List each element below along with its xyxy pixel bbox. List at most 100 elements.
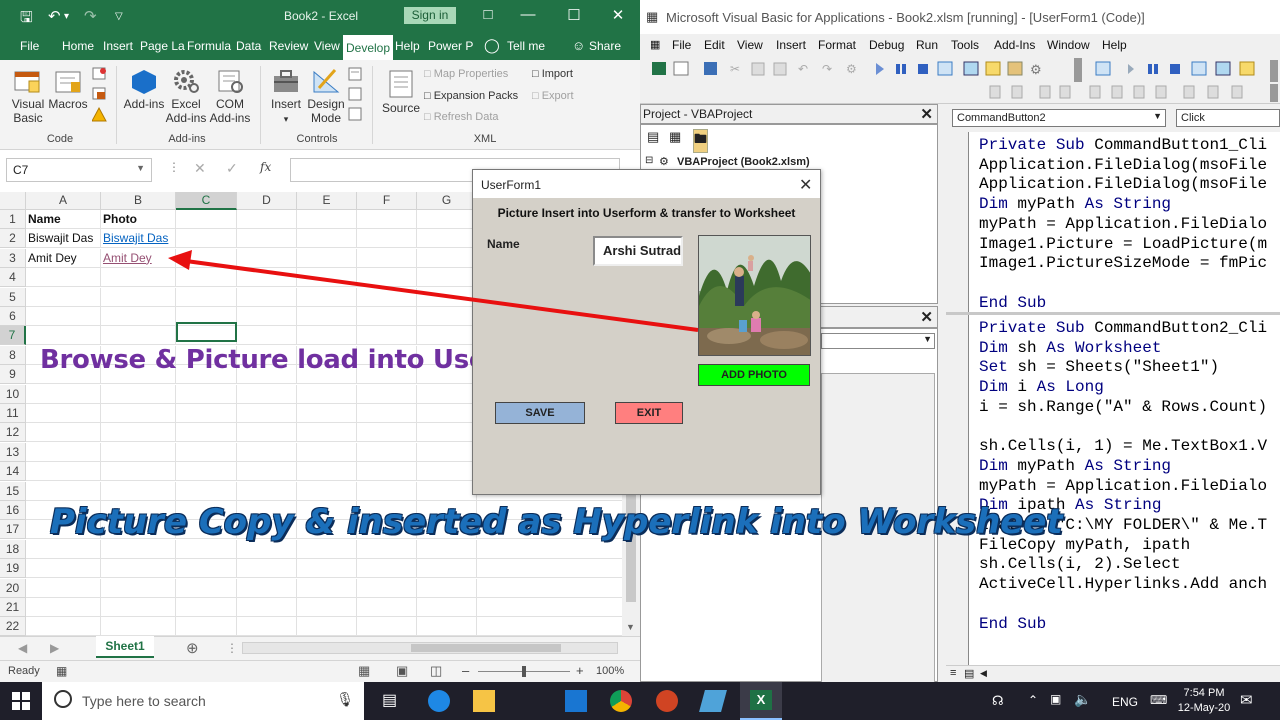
cancel-icon[interactable]: ✕ [194, 160, 206, 177]
cell-c5[interactable] [176, 287, 237, 307]
cell-f7[interactable] [357, 326, 417, 346]
cell-h20[interactable] [477, 579, 622, 598]
cell-f1[interactable] [357, 210, 417, 229]
cell-b5[interactable] [101, 287, 176, 307]
zoom-out-icon[interactable]: – [462, 663, 469, 678]
toggle-folders-icon[interactable]: 🖿 [693, 129, 709, 153]
active-cell-c7[interactable] [176, 322, 237, 342]
cell-g5[interactable] [417, 287, 477, 307]
cell-e20[interactable] [297, 578, 357, 598]
name-textbox[interactable]: Arshi Sutradhar [593, 236, 683, 266]
source-button[interactable]: Source [380, 68, 422, 115]
cell-e18[interactable] [297, 539, 357, 559]
redo-icon[interactable]: ↷ [84, 7, 97, 25]
scroll-left-icon[interactable]: ◀ [980, 668, 987, 679]
code-line[interactable]: Application.FileDialog(msoFile [979, 175, 1267, 195]
code-line[interactable]: Set sh = Sheets("Sheet1") [979, 358, 1219, 378]
tab-page-layout[interactable]: Page La [140, 39, 185, 53]
cell-e14[interactable] [297, 462, 357, 482]
keyboard-icon[interactable]: ⌨ [1150, 693, 1167, 707]
row-header[interactable]: 2 [0, 229, 26, 249]
cell-d3[interactable] [237, 248, 297, 268]
code-line[interactable]: Dim i As Long [979, 378, 1104, 398]
cell-d14[interactable] [237, 462, 297, 482]
cell-d20[interactable] [237, 578, 297, 598]
cell-a14[interactable] [26, 462, 101, 482]
design-mode-button[interactable]: Design Mode [306, 68, 346, 125]
cell-e12[interactable] [297, 423, 357, 443]
code-line[interactable]: sh.Cells(i, 2).Select [979, 555, 1181, 575]
code-line[interactable]: Application.FileDialog(msoFile [979, 156, 1267, 176]
cell-c2[interactable] [176, 229, 237, 249]
microphone-icon[interactable]: 🎙 [336, 691, 354, 708]
cell-a19[interactable] [26, 559, 101, 579]
cell-d7[interactable] [237, 326, 297, 346]
row-header[interactable]: 14 [0, 462, 26, 482]
column-header[interactable]: E [297, 192, 357, 210]
select-all-corner[interactable] [0, 192, 26, 210]
cell-c18[interactable] [176, 539, 237, 559]
export-button[interactable]: □ Export [532, 90, 574, 102]
cell-g11[interactable] [417, 404, 477, 423]
row-header[interactable]: 22 [0, 617, 26, 636]
cell-g3[interactable] [417, 248, 477, 268]
code-line[interactable]: i = sh.Range("A" & Rows.Count) [979, 398, 1267, 418]
chevron-down-icon[interactable]: ▼ [1153, 111, 1162, 121]
row-header[interactable]: 1 [0, 210, 26, 229]
row-header[interactable]: 21 [0, 598, 26, 617]
menu-run[interactable]: Run [916, 38, 938, 52]
cell-g20[interactable] [417, 578, 477, 598]
cell-e10[interactable] [297, 384, 357, 404]
tab-help[interactable]: Help [395, 39, 420, 53]
cell-b1[interactable]: Photo [101, 210, 176, 229]
cell-d22[interactable] [237, 617, 297, 636]
cell-e4[interactable] [297, 268, 357, 288]
cell-c11[interactable] [176, 404, 237, 423]
cell-d4[interactable] [237, 268, 297, 288]
cell-a22[interactable] [26, 617, 101, 636]
full-module-view-icon[interactable]: ▤ [964, 667, 974, 680]
cell-d13[interactable] [237, 442, 297, 462]
import-button[interactable]: □ Import [532, 68, 573, 80]
cell-b22[interactable] [101, 617, 176, 636]
menu-insert[interactable]: Insert [776, 38, 806, 52]
tab-data[interactable]: Data [236, 39, 261, 53]
cell-f4[interactable] [357, 268, 417, 288]
tab-home[interactable]: Home [62, 39, 94, 53]
file-explorer-icon[interactable] [473, 690, 495, 712]
insert-control-button[interactable]: Insert ▾ [266, 68, 306, 126]
column-header[interactable]: A [26, 192, 101, 210]
action-center-icon[interactable]: ✉ [1240, 691, 1253, 709]
undo-dropdown-icon[interactable]: ▾ [64, 11, 69, 22]
close-icon[interactable]: ✕ [606, 6, 630, 24]
normal-view-icon[interactable]: ▦ [358, 663, 370, 679]
code-pane-lower[interactable]: Private Sub CommandButton2_Cli Dim sh As … [968, 315, 1280, 665]
tab-developer[interactable]: Develop [343, 35, 394, 60]
excel-addins-button[interactable]: Excel Add-ins [164, 68, 208, 125]
cell-f20[interactable] [357, 578, 417, 598]
cell-e2[interactable] [297, 229, 357, 249]
close-icon[interactable]: ✕ [799, 175, 812, 195]
view-code-icon[interactable]: ▤ [647, 129, 659, 145]
cell-c14[interactable] [176, 462, 237, 482]
view-object-icon[interactable]: ▦ [669, 129, 681, 145]
code-line[interactable]: Image1.Picture = LoadPicture(m [979, 235, 1267, 255]
edge-icon[interactable] [428, 690, 450, 712]
map-properties-button[interactable]: □ Map Properties [424, 68, 508, 80]
cell-b7[interactable] [101, 326, 176, 346]
task-view-icon[interactable]: ▤ [382, 690, 397, 710]
column-header[interactable]: D [237, 192, 297, 210]
network-icon[interactable]: ▣ [1050, 692, 1061, 706]
procedure-view-icon[interactable]: ≡ [950, 667, 956, 679]
cell-d1[interactable] [237, 210, 297, 229]
macros-button[interactable]: Macros [48, 68, 88, 111]
code-line[interactable]: End Sub [979, 294, 1046, 314]
row-header[interactable]: 15 [0, 481, 26, 501]
close-icon[interactable]: ✕ [920, 105, 933, 123]
procedure-combo[interactable]: Click [1176, 109, 1280, 127]
cell-d5[interactable] [237, 287, 297, 307]
row-header[interactable]: 4 [0, 268, 26, 288]
code-line[interactable]: Dim sh As Worksheet [979, 339, 1161, 359]
cell-a15[interactable] [26, 481, 101, 501]
row-header[interactable]: 8 [0, 345, 26, 365]
